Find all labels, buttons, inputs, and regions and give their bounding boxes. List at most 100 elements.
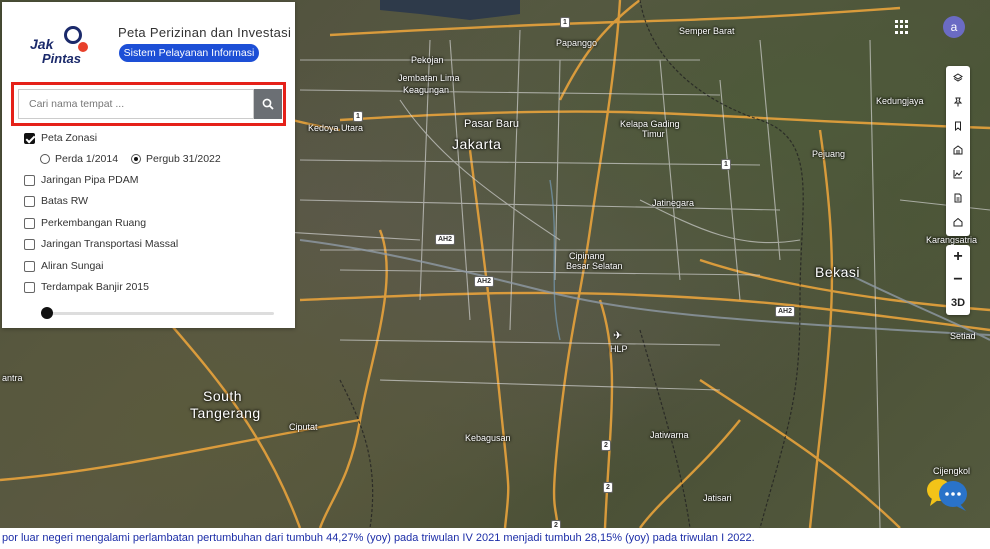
3d-toggle-button[interactable]: 3D: [946, 292, 970, 315]
layer-label: Terdampak Banjir 2015: [41, 281, 149, 293]
search-input[interactable]: [18, 89, 254, 119]
logo-text-pintas: Pintas: [42, 51, 82, 66]
checkbox-peta-zonasi[interactable]: [24, 132, 35, 144]
map-label: Bekasi: [815, 264, 861, 280]
radio-pergub-button[interactable]: [131, 154, 141, 164]
search-icon: [262, 98, 274, 110]
layers-button[interactable]: [946, 66, 970, 90]
road-shield: AH2: [435, 234, 456, 245]
map-label: Kedungjaya: [876, 96, 924, 106]
map-label: Jembatan Lima: [398, 73, 460, 83]
building-button[interactable]: [946, 138, 970, 162]
radio-label: Perda 1/2014: [55, 153, 119, 165]
map-label: Karangsatria: [926, 235, 978, 245]
map-label: HLP: [610, 344, 628, 354]
layer-aliran-sungai[interactable]: Aliran Sungai: [24, 260, 103, 272]
avatar[interactable]: a: [943, 16, 965, 38]
checkbox-perkembangan-ruang[interactable]: [24, 217, 35, 229]
map-label: Tangerang: [190, 405, 261, 421]
bookmark-button[interactable]: [946, 114, 970, 138]
map-label: Cipinang: [569, 251, 605, 261]
zoom-controls: + − 3D: [946, 245, 970, 315]
search-button[interactable]: [254, 89, 282, 119]
airport-icon: ✈: [613, 330, 623, 342]
side-panel: Jak Pintas Peta Perizinan dan Investasi …: [2, 2, 295, 328]
map-label: Semper Barat: [679, 26, 735, 36]
layer-label: Perkembangan Ruang: [41, 217, 147, 229]
map-label: Besar Selatan: [566, 261, 623, 271]
layer-batas-rw[interactable]: Batas RW: [24, 195, 88, 207]
home-icon: [953, 217, 963, 227]
zoom-in-button[interactable]: +: [946, 245, 970, 268]
bookmark-icon: [955, 121, 961, 131]
document-icon: [954, 193, 962, 203]
road-shield: 1: [353, 111, 363, 122]
map-label: Jatisari: [703, 493, 732, 503]
map-toolbar: [946, 66, 970, 236]
map-label: antra: [2, 373, 23, 383]
road-shield: AH2: [775, 306, 796, 317]
road-shield: 2: [601, 440, 611, 451]
news-ticker: por luar negeri mengalami perlambatan pe…: [0, 528, 990, 549]
layer-label: Aliran Sungai: [41, 260, 104, 272]
pin-icon: [953, 97, 963, 107]
subtitle-badge: Sistem Pelayanan Informasi: [119, 44, 259, 62]
radio-perda[interactable]: Perda 1/2014: [40, 153, 118, 165]
layer-transportasi-massal[interactable]: Jaringan Transportasi Massal: [24, 238, 178, 250]
radio-label: Pergub 31/2022: [146, 153, 221, 165]
layer-perkembangan-ruang[interactable]: Perkembangan Ruang: [24, 217, 146, 229]
checkbox-banjir-2015[interactable]: [24, 281, 35, 293]
document-button[interactable]: [946, 186, 970, 210]
layer-label: Jaringan Transportasi Massal: [41, 238, 179, 250]
checkbox-aliran-sungai[interactable]: [24, 260, 35, 272]
layer-pipa-pdam[interactable]: Jaringan Pipa PDAM: [24, 174, 138, 186]
map-label: Ciputat: [289, 422, 318, 432]
map-label: Keagungan: [403, 85, 450, 95]
map-label: Cijengkol: [933, 466, 971, 476]
map-label: Jakarta: [452, 136, 502, 152]
road-shield: 1: [721, 159, 731, 170]
checkbox-pipa-pdam[interactable]: [24, 174, 35, 186]
chart-icon: [953, 170, 963, 179]
layer-label: Batas RW: [41, 195, 89, 207]
radio-pergub[interactable]: Pergub 31/2022: [131, 153, 221, 165]
map-label: Kedoya Utara: [308, 123, 364, 133]
opacity-slider-track[interactable]: [42, 312, 274, 315]
layer-label: Jaringan Pipa PDAM: [41, 174, 139, 186]
page-title: Peta Perizinan dan Investasi: [118, 25, 292, 40]
layer-label: Peta Zonasi: [41, 132, 98, 144]
map-label: Kebagusan: [465, 433, 511, 443]
map-label: Pasar Baru: [464, 118, 520, 130]
map-label: Pekojan: [411, 55, 444, 65]
map-label: Timur: [642, 129, 665, 139]
map-label: Papanggo: [556, 38, 598, 48]
map-label: Setiad: [950, 331, 976, 341]
building-icon: [953, 145, 963, 155]
road-shield: 1: [560, 17, 570, 28]
chat-button[interactable]: [926, 476, 970, 512]
road-shield: 2: [551, 520, 561, 528]
chart-button[interactable]: [946, 162, 970, 186]
checkbox-transportasi-massal[interactable]: [24, 238, 35, 250]
home-button[interactable]: [946, 210, 970, 234]
map-label: Jatiwarna: [650, 430, 689, 440]
road-shield: 2: [603, 482, 613, 493]
pin-button[interactable]: [946, 90, 970, 114]
search-box: [11, 82, 286, 126]
layer-peta-zonasi[interactable]: Peta Zonasi: [24, 132, 97, 144]
layers-icon: [953, 73, 963, 82]
map-label: Pejuang: [812, 149, 846, 159]
map-label: South: [203, 388, 243, 404]
logo-text-jak: Jak: [30, 36, 54, 52]
checkbox-batas-rw[interactable]: [24, 195, 35, 207]
apps-grid-icon[interactable]: [895, 20, 909, 34]
chat-bubble-icon: [927, 479, 967, 511]
map-label: Jatinegara: [652, 198, 695, 208]
logo-ring: [64, 26, 82, 44]
jakpintas-logo[interactable]: Jak Pintas: [30, 24, 90, 70]
layer-banjir-2015[interactable]: Terdampak Banjir 2015: [24, 281, 149, 293]
opacity-slider-thumb[interactable]: [41, 307, 53, 319]
road-shield: AH2: [474, 276, 495, 287]
radio-perda-button[interactable]: [40, 154, 50, 164]
zoom-out-button[interactable]: −: [946, 268, 970, 291]
